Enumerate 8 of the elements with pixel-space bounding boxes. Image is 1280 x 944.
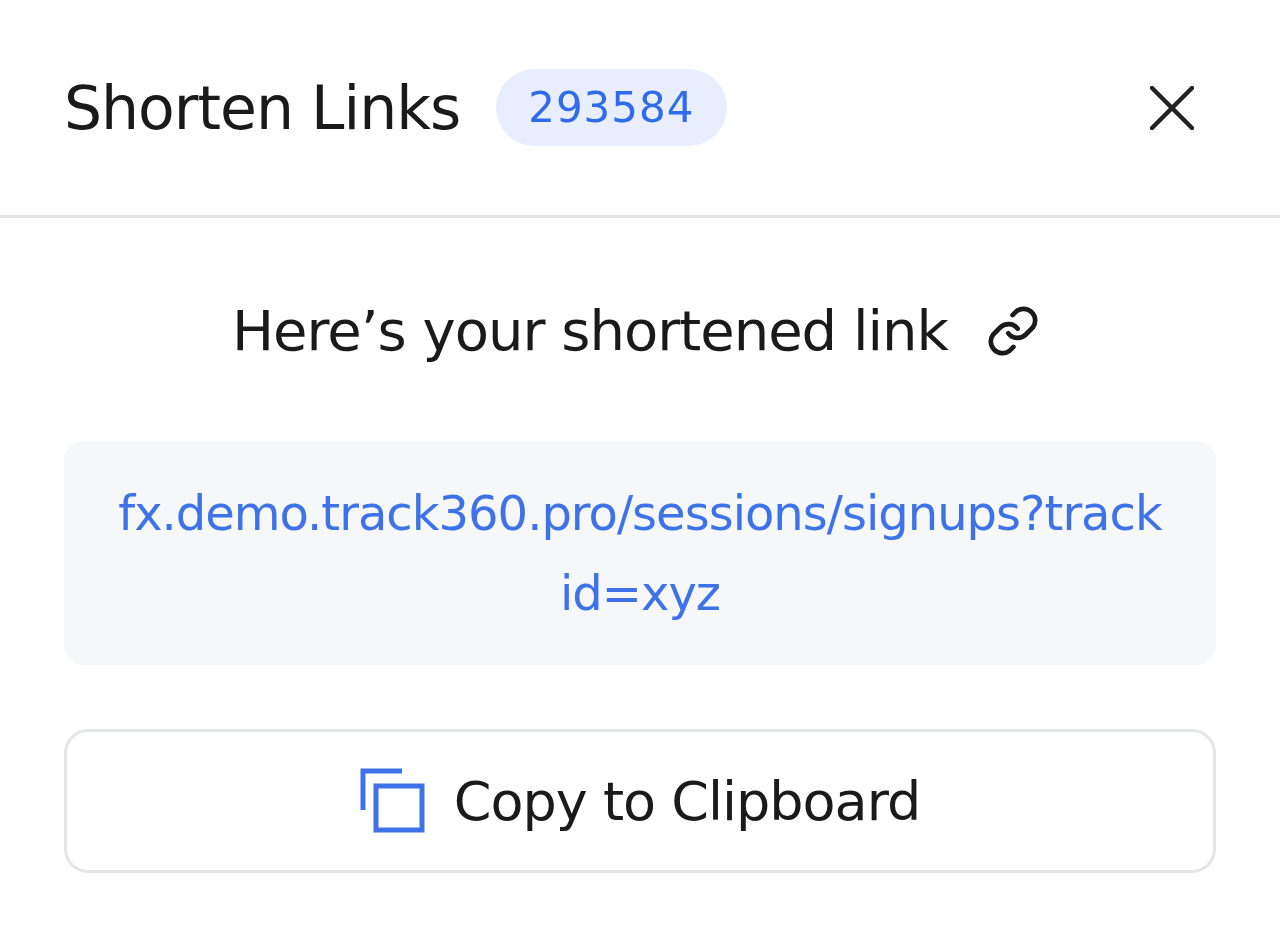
copy-icon xyxy=(359,768,426,834)
copy-button[interactable]: Copy to Clipboard xyxy=(64,729,1216,873)
close-button[interactable] xyxy=(1150,85,1194,130)
message-text: Here’s your shortened link xyxy=(232,298,948,363)
close-icon xyxy=(1150,85,1194,130)
dialog-title: Shorten Links xyxy=(64,72,461,143)
count-badge: 293584 xyxy=(496,69,727,146)
short-link[interactable]: fx.demo.track360.pro/sessions/signups?trackid=xyz xyxy=(114,473,1166,633)
